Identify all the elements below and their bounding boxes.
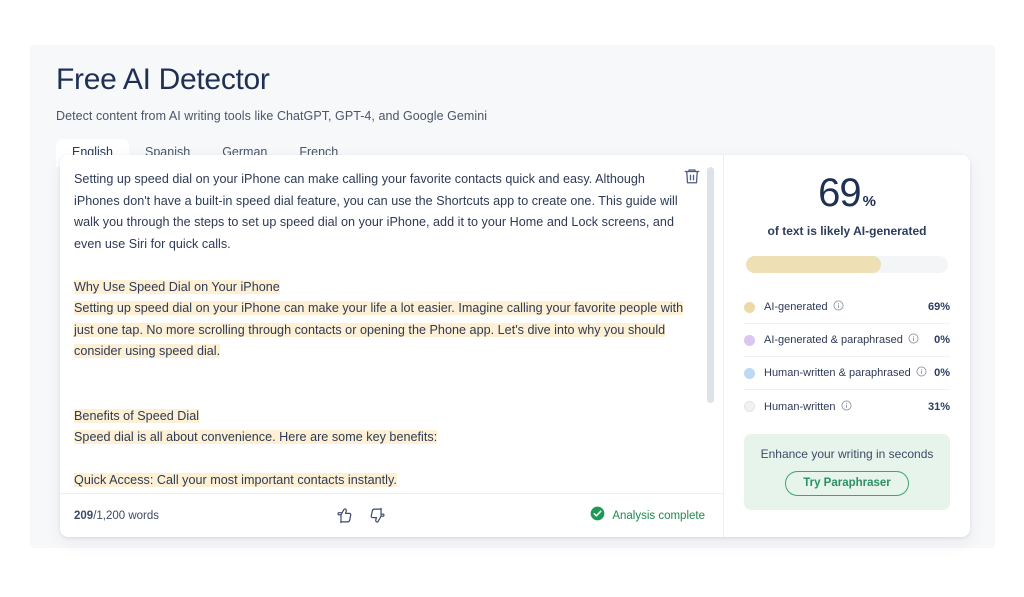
legend-value: 0% bbox=[934, 334, 950, 346]
legend-row-human-written-paraphrased[interactable]: Human-written & paraphrased 0% bbox=[744, 357, 950, 390]
info-icon[interactable] bbox=[908, 333, 919, 347]
paragraph-heading: Benefits of Speed Dial bbox=[74, 406, 687, 428]
page-title: Free AI Detector bbox=[56, 63, 270, 96]
highlight-span: Quick Access: Call your most important c… bbox=[74, 473, 397, 487]
legend-color-dot bbox=[744, 401, 755, 412]
editor-scrollbar-track[interactable] bbox=[707, 167, 714, 493]
word-count: 209/1,200 words bbox=[74, 510, 159, 522]
thumbs-up-icon[interactable] bbox=[336, 507, 353, 524]
legend-row-ai-generated[interactable]: AI-generated 69% bbox=[744, 291, 950, 324]
check-circle-icon bbox=[590, 506, 605, 526]
legend-list: AI-generated 69% AI-generated & paraphra… bbox=[744, 291, 950, 423]
paragraph: Quick Access: Call your most important c… bbox=[74, 470, 687, 492]
info-icon[interactable] bbox=[916, 366, 927, 380]
paraphraser-promo: Enhance your writing in seconds Try Para… bbox=[744, 434, 950, 510]
paragraph: Speed dial is all about convenience. Her… bbox=[74, 427, 687, 449]
score-label: of text is likely AI-generated bbox=[767, 224, 927, 238]
paragraph-spacer bbox=[74, 449, 687, 471]
legend-value: 0% bbox=[934, 367, 950, 379]
thumbs-down-icon[interactable] bbox=[369, 507, 386, 524]
editor-text[interactable]: Setting up speed dial on your iPhone can… bbox=[74, 169, 687, 493]
legend-row-ai-generated-paraphrased[interactable]: AI-generated & paraphrased 0% bbox=[744, 324, 950, 357]
score-value: 69 bbox=[818, 171, 861, 215]
editor-pane: Setting up speed dial on your iPhone can… bbox=[60, 155, 724, 537]
trash-icon[interactable] bbox=[683, 167, 701, 185]
paragraph: Setting up speed dial on your iPhone can… bbox=[74, 172, 678, 251]
editor-scroll-area[interactable]: Setting up speed dial on your iPhone can… bbox=[60, 155, 723, 493]
paragraph-heading: Why Use Speed Dial on Your iPhone bbox=[74, 277, 687, 299]
results-pane: 69 % of text is likely AI-generated AI-g… bbox=[724, 155, 970, 537]
legend-value: 31% bbox=[927, 400, 950, 413]
editor-footer: 209/1,200 words Analysis complete bbox=[60, 493, 723, 537]
score-progress-track bbox=[746, 256, 948, 273]
info-icon[interactable] bbox=[841, 399, 852, 414]
legend-color-dot bbox=[744, 367, 755, 379]
paragraph-spacer bbox=[74, 255, 687, 277]
paragraph-spacer bbox=[74, 384, 687, 406]
score-percent-symbol: % bbox=[862, 193, 876, 210]
app-panel: Free AI Detector Detect content from AI … bbox=[30, 45, 995, 548]
legend-label: AI-generated bbox=[764, 301, 828, 313]
highlight-span: Setting up speed dial on your iPhone can… bbox=[74, 301, 684, 358]
legend-color-dot bbox=[744, 334, 755, 346]
status-text: Analysis complete bbox=[612, 509, 705, 522]
editor-scrollbar-thumb[interactable] bbox=[707, 167, 714, 403]
info-icon[interactable] bbox=[833, 300, 844, 314]
legend-value: 69% bbox=[927, 301, 950, 313]
paragraph-spacer bbox=[74, 363, 687, 385]
legend-label: Human-written & paraphrased bbox=[764, 367, 911, 379]
legend-row-human-written[interactable]: Human-written 31% bbox=[744, 390, 950, 423]
detector-card: Setting up speed dial on your iPhone can… bbox=[60, 155, 970, 537]
analysis-status: Analysis complete bbox=[590, 506, 705, 526]
score-progress-fill bbox=[746, 256, 882, 273]
legend-label: Human-written bbox=[764, 400, 836, 413]
page-subtitle: Detect content from AI writing tools lik… bbox=[56, 108, 488, 123]
legend-label: AI-generated & paraphrased bbox=[764, 334, 903, 346]
try-paraphraser-button[interactable]: Try Paraphraser bbox=[785, 471, 909, 496]
paragraph: Setting up speed dial on your iPhone can… bbox=[74, 298, 687, 363]
score-display: 69 % bbox=[744, 173, 950, 213]
word-count-current: 209 bbox=[74, 509, 94, 522]
word-count-limit: /1,200 words bbox=[93, 509, 160, 522]
page-header: Free AI Detector Detect content from AI … bbox=[30, 45, 995, 123]
legend-color-dot bbox=[744, 301, 755, 313]
highlight-span: Why Use Speed Dial on Your iPhone bbox=[74, 279, 280, 294]
highlight-span: Speed dial is all about convenience. Her… bbox=[74, 430, 438, 444]
highlight-span: Benefits of Speed Dial bbox=[74, 408, 200, 423]
feedback-controls bbox=[336, 507, 386, 524]
promo-text: Enhance your writing in seconds bbox=[760, 447, 934, 461]
